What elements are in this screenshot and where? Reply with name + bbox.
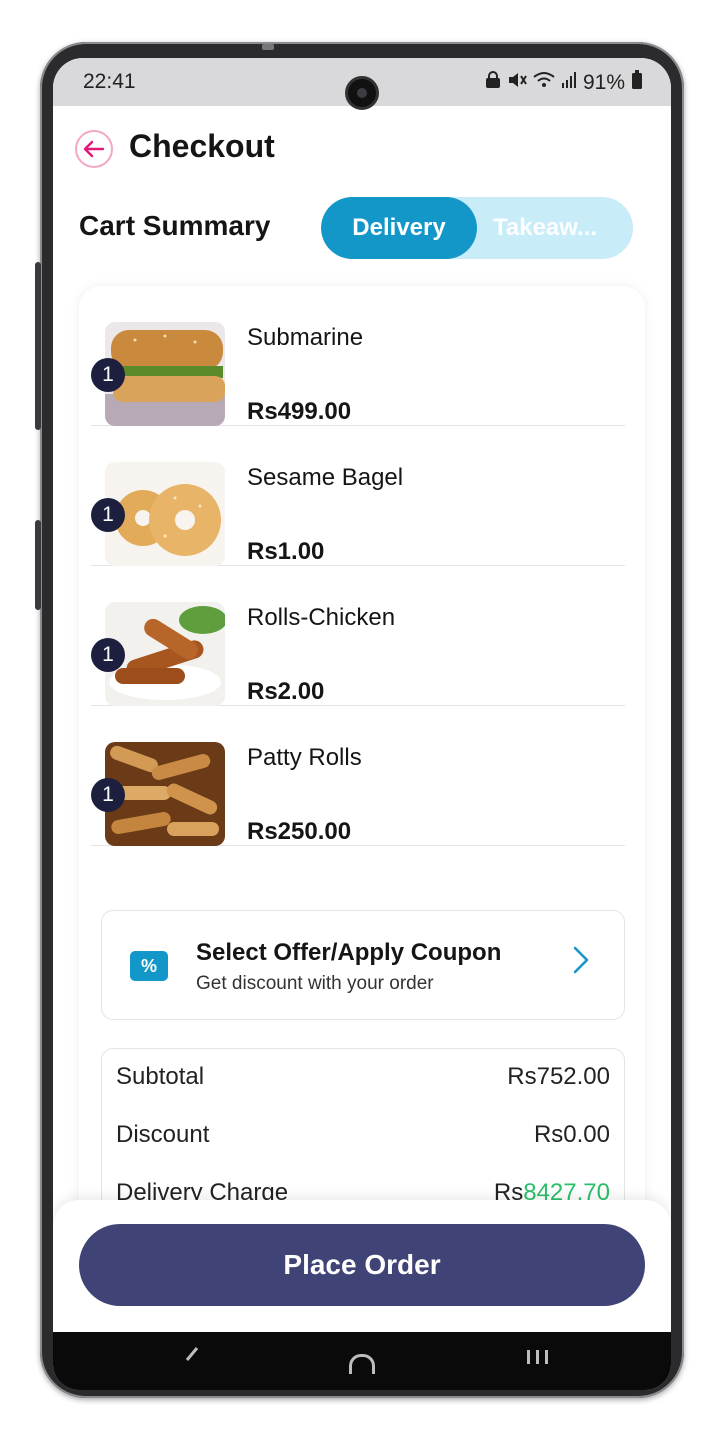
coupon-title: Select Offer/Apply Coupon — [196, 939, 502, 966]
item-price: Rs1.00 — [247, 538, 325, 565]
nav-back-icon[interactable] — [183, 1342, 203, 1368]
status-bar: 22:41 91% — [53, 58, 671, 110]
summary-label: Subtotal — [116, 1063, 205, 1090]
nav-recents-icon[interactable] — [525, 1348, 551, 1370]
nav-home-icon[interactable] — [349, 1354, 375, 1374]
status-time: 22:41 — [83, 70, 136, 93]
battery-percent: 91% — [582, 71, 625, 94]
item-name: Patty Rolls — [247, 744, 362, 771]
cart-item[interactable]: 1 Patty Rolls Rs250.00 — [91, 706, 625, 846]
system-nav-bar — [53, 1332, 671, 1390]
place-order-button[interactable]: Place Order — [79, 1224, 645, 1306]
lock-icon — [485, 71, 501, 95]
signal-icon — [561, 71, 577, 95]
volume-button — [35, 262, 41, 430]
order-mode-toggle: Delivery Takeaw... — [321, 197, 633, 259]
cart-summary-title: Cart Summary — [79, 210, 271, 241]
back-button[interactable] — [75, 130, 113, 168]
cart-item[interactable]: 1 Submarine Rs499.00 — [91, 286, 625, 426]
summary-row-discount: Discount Rs0.00 — [116, 1121, 610, 1155]
wifi-icon — [533, 71, 555, 95]
bixby-button — [35, 520, 41, 610]
item-name: Sesame Bagel — [247, 464, 404, 491]
toggle-takeaway[interactable]: Takeaw... — [477, 197, 627, 259]
quantity-badge: 1 — [91, 638, 125, 672]
cart-item[interactable]: 1 Rolls-Chicken Rs2.00 — [91, 566, 625, 706]
toggle-delivery[interactable]: Delivery — [321, 197, 477, 259]
coupon-subtitle: Get discount with your order — [196, 973, 434, 994]
summary-label: Discount — [116, 1121, 210, 1148]
quantity-badge: 1 — [91, 358, 125, 392]
percent-ticket-icon: % — [130, 951, 168, 981]
quantity-badge: 1 — [91, 498, 125, 532]
summary-row-subtotal: Subtotal Rs752.00 — [116, 1063, 610, 1097]
status-icons: 91% — [485, 70, 643, 96]
app-screen: 22:41 91% Checkout Cart Summary Delivery… — [53, 58, 671, 1390]
bottom-action-bar: Place Order — [53, 1200, 671, 1332]
cart-item[interactable]: 1 Sesame Bagel Rs1.00 — [91, 426, 625, 566]
chevron-right-icon — [572, 945, 590, 981]
arrow-left-icon — [83, 140, 105, 158]
frame-detail — [262, 44, 274, 50]
item-price: Rs250.00 — [247, 818, 352, 845]
front-camera — [345, 76, 379, 110]
battery-icon — [631, 70, 643, 96]
apply-coupon-button[interactable]: % Select Offer/Apply Coupon Get discount… — [101, 910, 625, 1020]
item-name: Submarine — [247, 324, 364, 351]
summary-value: Rs0.00 — [533, 1121, 610, 1148]
page-title: Checkout — [129, 128, 275, 164]
mute-icon — [507, 71, 527, 95]
item-name: Rolls-Chicken — [247, 604, 396, 631]
summary-value: Rs752.00 — [507, 1063, 610, 1090]
item-price: Rs499.00 — [247, 398, 352, 425]
item-price: Rs2.00 — [247, 678, 325, 705]
quantity-badge: 1 — [91, 778, 125, 812]
